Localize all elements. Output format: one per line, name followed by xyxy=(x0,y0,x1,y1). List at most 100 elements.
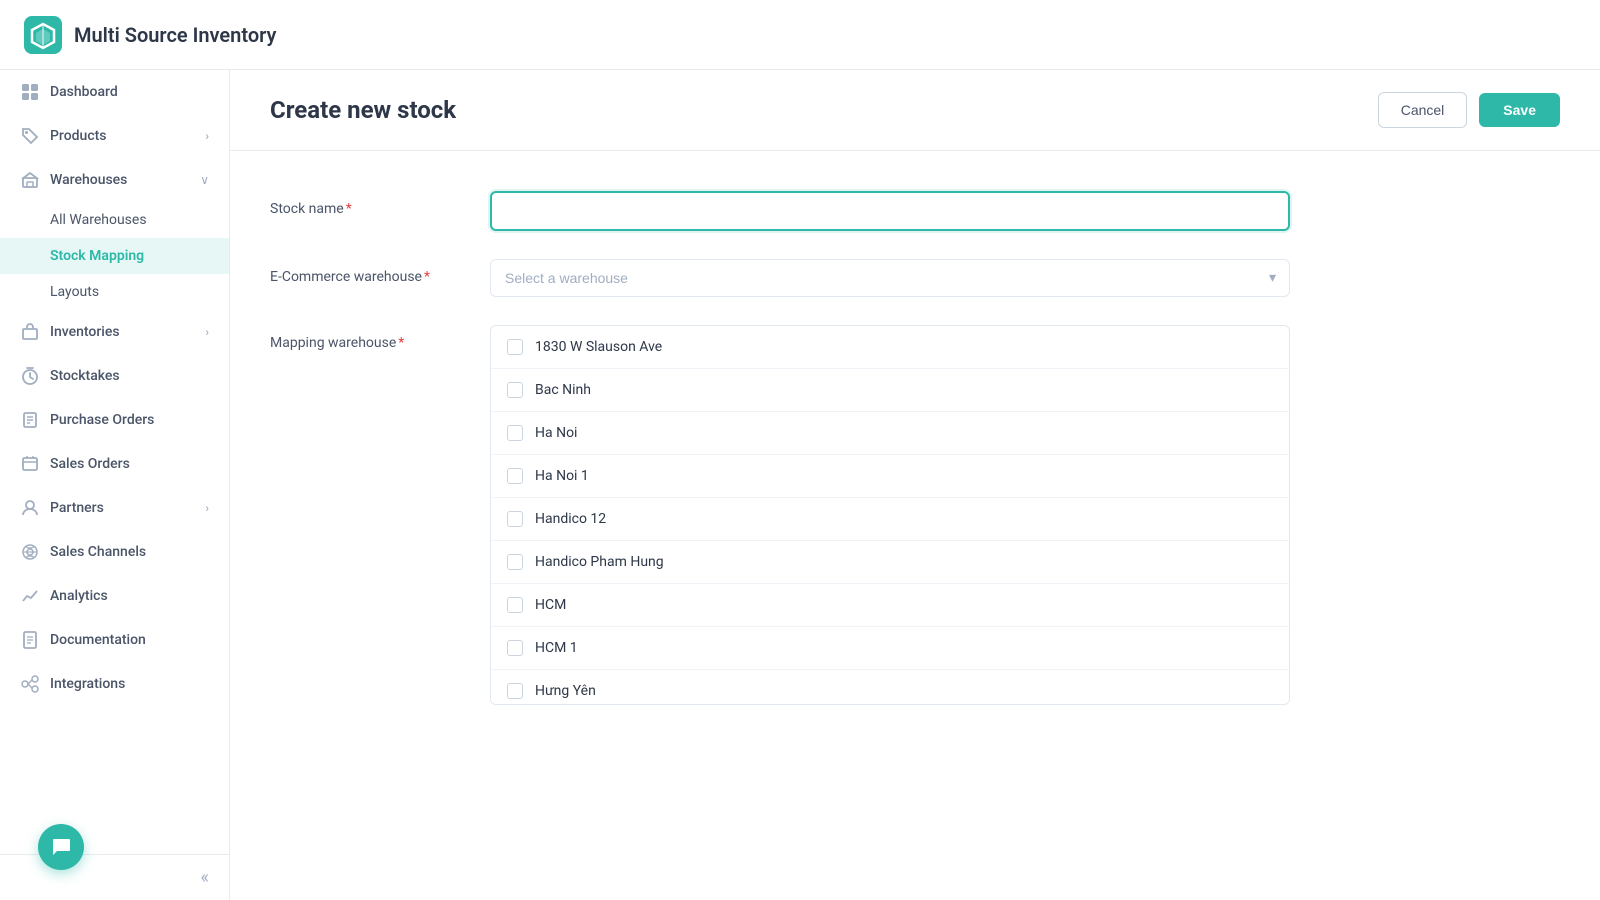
sidebar-item-products[interactable]: Products › xyxy=(0,114,229,158)
stock-name-input[interactable] xyxy=(490,191,1290,231)
person-icon xyxy=(20,498,40,518)
mapping-item[interactable]: Ha Noi 1 xyxy=(491,455,1289,498)
chevron-right-icon-partners: › xyxy=(205,501,209,515)
doc-icon xyxy=(20,630,40,650)
channels-icon xyxy=(20,542,40,562)
form-row-ecommerce-warehouse: E-Commerce warehouse* Select a warehouse… xyxy=(270,259,1560,297)
grid-icon xyxy=(20,82,40,102)
analytics-icon xyxy=(20,586,40,606)
page-title: Create new stock xyxy=(270,96,456,124)
sidebar-item-stock-mapping[interactable]: Stock Mapping xyxy=(0,238,229,274)
mapping-item-label: Handico 12 xyxy=(535,511,606,527)
mapping-item[interactable]: Bac Ninh xyxy=(491,369,1289,412)
sidebar-item-layouts[interactable]: Layouts xyxy=(0,274,229,310)
mapping-item[interactable]: Ha Noi xyxy=(491,412,1289,455)
form-row-mapping-warehouse: Mapping warehouse* 1830 W Slauson Ave Bac… xyxy=(270,325,1560,705)
clock-icon xyxy=(20,366,40,386)
ecommerce-warehouse-select[interactable]: Select a warehouse xyxy=(490,259,1290,297)
sidebar-label-partners: Partners xyxy=(50,500,104,516)
header-actions: Cancel Save xyxy=(1378,92,1560,128)
sidebar-item-integrations[interactable]: Integrations xyxy=(0,662,229,706)
sidebar-collapse-button[interactable]: « xyxy=(0,854,229,900)
ecommerce-warehouse-label: E-Commerce warehouse* xyxy=(270,259,470,285)
form-area: Stock name* E-Commerce warehouse* Select… xyxy=(230,151,1600,900)
sidebar-item-sales-orders[interactable]: Sales Orders xyxy=(0,442,229,486)
mapping-item[interactable]: Handico Pham Hung xyxy=(491,541,1289,584)
mapping-item-label: 1830 W Slauson Ave xyxy=(535,339,662,355)
mapping-warehouse-label: Mapping warehouse* xyxy=(270,325,470,351)
mapping-item[interactable]: Handico 12 xyxy=(491,498,1289,541)
sidebar-item-warehouses[interactable]: Warehouses ∨ xyxy=(0,158,229,202)
sidebar-item-sales-channels[interactable]: Sales Channels xyxy=(0,530,229,574)
mapping-checkbox[interactable] xyxy=(507,468,523,484)
logo-icon xyxy=(24,16,62,54)
save-button[interactable]: Save xyxy=(1479,93,1560,127)
chevron-right-icon-inv: › xyxy=(205,325,209,339)
mapping-item-label: Hưng Yên xyxy=(535,683,596,699)
cancel-button[interactable]: Cancel xyxy=(1378,92,1468,128)
sidebar-item-analytics[interactable]: Analytics xyxy=(0,574,229,618)
mapping-checkbox[interactable] xyxy=(507,683,523,699)
mapping-item-label: Handico Pham Hung xyxy=(535,554,664,570)
tag-icon xyxy=(20,126,40,146)
ecommerce-warehouse-control: Select a warehouse ▾ xyxy=(490,259,1290,297)
app-title: Multi Source Inventory xyxy=(74,23,276,47)
mapping-checkbox[interactable] xyxy=(507,339,523,355)
sidebar-label-warehouses: Warehouses xyxy=(50,172,127,188)
sidebar-label-stock-mapping: Stock Mapping xyxy=(50,248,144,264)
mapping-checkbox[interactable] xyxy=(507,425,523,441)
stock-name-control xyxy=(490,191,1290,231)
chevron-right-icon: › xyxy=(205,129,209,143)
sidebar-item-dashboard[interactable]: Dashboard xyxy=(0,70,229,114)
sidebar-label-sales-orders: Sales Orders xyxy=(50,456,130,472)
ecommerce-warehouse-select-wrapper: Select a warehouse ▾ xyxy=(490,259,1290,297)
sidebar-label-purchase-orders: Purchase Orders xyxy=(50,412,154,428)
mapping-checkbox[interactable] xyxy=(507,597,523,613)
mapping-item-label: Ha Noi xyxy=(535,425,577,441)
sidebar-label-dashboard: Dashboard xyxy=(50,84,118,100)
chat-bubble-button[interactable] xyxy=(38,824,84,870)
logo-area: Multi Source Inventory xyxy=(24,16,276,54)
mapping-item[interactable]: Hưng Yên xyxy=(491,670,1289,705)
sidebar-label-documentation: Documentation xyxy=(50,632,146,648)
sidebar-label-all-warehouses: All Warehouses xyxy=(50,212,147,228)
mapping-warehouse-list[interactable]: 1830 W Slauson Ave Bac Ninh Ha Noi Ha Noi 1… xyxy=(490,325,1290,705)
mapping-item-label: Bac Ninh xyxy=(535,382,591,398)
collapse-icon: « xyxy=(201,867,209,888)
warehouse-icon xyxy=(20,170,40,190)
sidebar: Dashboard Products › Warehouses ∨ xyxy=(0,70,230,900)
mapping-item-label: HCM 1 xyxy=(535,640,578,656)
mapping-item[interactable]: HCM 1 xyxy=(491,627,1289,670)
purchase-icon xyxy=(20,410,40,430)
main-layout: Dashboard Products › Warehouses ∨ xyxy=(0,70,1600,900)
integrations-icon xyxy=(20,674,40,694)
form-row-stock-name: Stock name* xyxy=(270,191,1560,231)
mapping-item-label: HCM xyxy=(535,597,566,613)
mapping-item-label: Ha Noi 1 xyxy=(535,468,589,484)
chat-icon xyxy=(50,836,72,858)
sidebar-label-stocktakes: Stocktakes xyxy=(50,368,120,384)
mapping-item[interactable]: HCM xyxy=(491,584,1289,627)
sidebar-label-products: Products xyxy=(50,128,107,144)
sidebar-label-integrations: Integrations xyxy=(50,676,125,692)
sidebar-item-stocktakes[interactable]: Stocktakes xyxy=(0,354,229,398)
required-star-3: * xyxy=(398,335,404,351)
sidebar-item-partners[interactable]: Partners › xyxy=(0,486,229,530)
mapping-checkbox[interactable] xyxy=(507,382,523,398)
required-star-2: * xyxy=(424,269,430,285)
chevron-down-icon: ∨ xyxy=(200,173,209,187)
sidebar-item-documentation[interactable]: Documentation xyxy=(0,618,229,662)
sidebar-item-inventories[interactable]: Inventories › xyxy=(0,310,229,354)
sidebar-item-purchase-orders[interactable]: Purchase Orders xyxy=(0,398,229,442)
mapping-checkbox[interactable] xyxy=(507,511,523,527)
mapping-item[interactable]: 1830 W Slauson Ave xyxy=(491,326,1289,369)
main-content: Create new stock Cancel Save Stock name* xyxy=(230,70,1600,900)
sales-icon xyxy=(20,454,40,474)
mapping-checkbox[interactable] xyxy=(507,640,523,656)
mapping-checkbox[interactable] xyxy=(507,554,523,570)
mapping-warehouse-control: 1830 W Slauson Ave Bac Ninh Ha Noi Ha Noi 1… xyxy=(490,325,1290,705)
sidebar-item-all-warehouses[interactable]: All Warehouses xyxy=(0,202,229,238)
sidebar-label-layouts: Layouts xyxy=(50,284,99,300)
sidebar-label-sales-channels: Sales Channels xyxy=(50,544,146,560)
app-header: Multi Source Inventory xyxy=(0,0,1600,70)
